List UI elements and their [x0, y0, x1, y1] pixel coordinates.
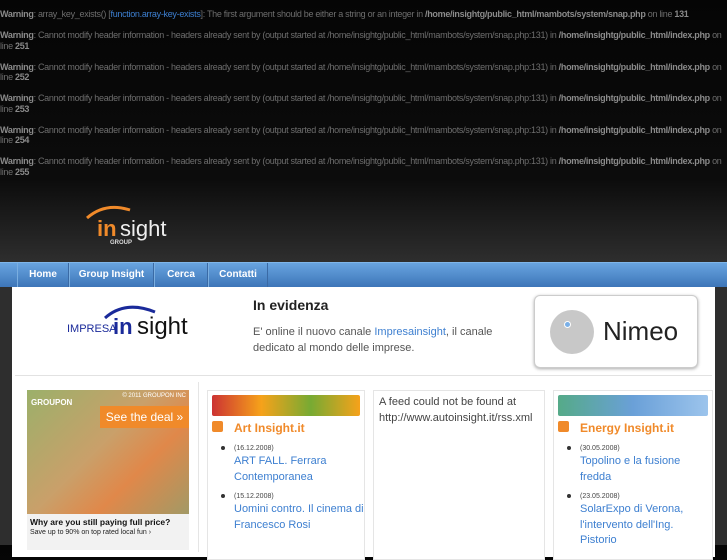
nav-cerca[interactable]: Cerca	[154, 263, 208, 288]
ad-copyright: © 2011 GROUPON INC	[122, 393, 186, 399]
impresainsight-link[interactable]: Impresainsight	[374, 326, 446, 338]
featured-text: E' online il nuovo canale Impresainsight…	[253, 326, 493, 354]
feed-auto-insight: A feed could not be found at http://www.…	[373, 390, 545, 560]
article-link[interactable]: Uomini contro. Il cinema di Francesco Ro…	[234, 502, 364, 533]
svg-text:sight: sight	[120, 216, 166, 241]
main-nav: Home Group Insight Cerca Contatti	[0, 262, 727, 288]
groupon-ad[interactable]: GROUPON © 2011 GROUPON INC See the deal …	[27, 390, 189, 550]
rss-icon[interactable]	[212, 421, 223, 432]
ad-brand: GROUPON	[31, 398, 73, 407]
nimeo-text: Nimeo	[603, 316, 679, 346]
nimeo-banner[interactable]: Nimeo	[534, 295, 698, 368]
svg-text:IMPRESA: IMPRESA	[67, 323, 117, 335]
list-item: (23.05.2008) SolarExpo di Verona, l'inter…	[567, 491, 710, 549]
warning-message: Warning: Cannot modify header informatio…	[0, 30, 722, 51]
feed-image	[212, 395, 360, 416]
nav-group-insight[interactable]: Group Insight	[69, 263, 154, 288]
list-item: (15.12.2008) Uomini contro. Il cinema di …	[221, 491, 364, 533]
article-link[interactable]: ART FALL. Ferrara Contemporanea	[234, 454, 364, 485]
php-warnings: Warning: array_key_exists() [function.ar…	[0, 9, 727, 188]
svg-text:sight: sight	[137, 313, 188, 340]
impresa-insight-logo[interactable]: IMPRESA in sight	[65, 300, 197, 351]
function-link[interactable]: function.array-key-exists	[111, 9, 201, 19]
article-link[interactable]: SolarExpo di Verona, l'intervento dell'I…	[580, 502, 710, 549]
nav-contatti[interactable]: Contatti	[208, 263, 268, 288]
svg-text:in: in	[97, 216, 117, 241]
featured-title: In evidenza	[253, 297, 329, 313]
nimeo-circle-icon	[550, 310, 594, 354]
svg-text:GROUP: GROUP	[110, 240, 132, 246]
see-deal-button[interactable]: See the deal »	[100, 406, 189, 428]
rss-icon[interactable]	[558, 421, 569, 432]
feed-image	[558, 395, 708, 416]
nav-home[interactable]: Home	[17, 263, 69, 288]
divider	[198, 382, 199, 552]
list-item: (30.05.2008) Topolino e la fusione fredda	[567, 443, 710, 485]
warning-message: Warning: Cannot modify header informatio…	[0, 124, 722, 146]
article-link[interactable]: Topolino e la fusione fredda	[580, 454, 710, 485]
warning-message: Warning: array_key_exists() [function.ar…	[0, 9, 689, 19]
feed-title[interactable]: Energy Insight.it	[580, 421, 674, 435]
list-item: (16.12.2008) ART FALL. Ferrara Contempora…	[221, 443, 364, 485]
warning-message: Warning: Cannot modify header informatio…	[0, 156, 722, 177]
warning-message: Warning: Cannot modify header informatio…	[0, 61, 722, 83]
warning-message: Warning: Cannot modify header informatio…	[0, 93, 722, 114]
insight-group-logo[interactable]: in sight GROUP	[85, 200, 180, 260]
feed-title[interactable]: Art Insight.it	[234, 421, 305, 435]
divider	[15, 375, 712, 376]
svg-text:in: in	[113, 314, 133, 339]
feed-energy-insight: Energy Insight.it (30.05.2008) Topolino e…	[553, 390, 713, 560]
feed-art-insight: Art Insight.it (16.12.2008) ART FALL. Fer…	[207, 390, 365, 560]
feed-error: A feed could not be found at http://www.…	[379, 396, 533, 424]
